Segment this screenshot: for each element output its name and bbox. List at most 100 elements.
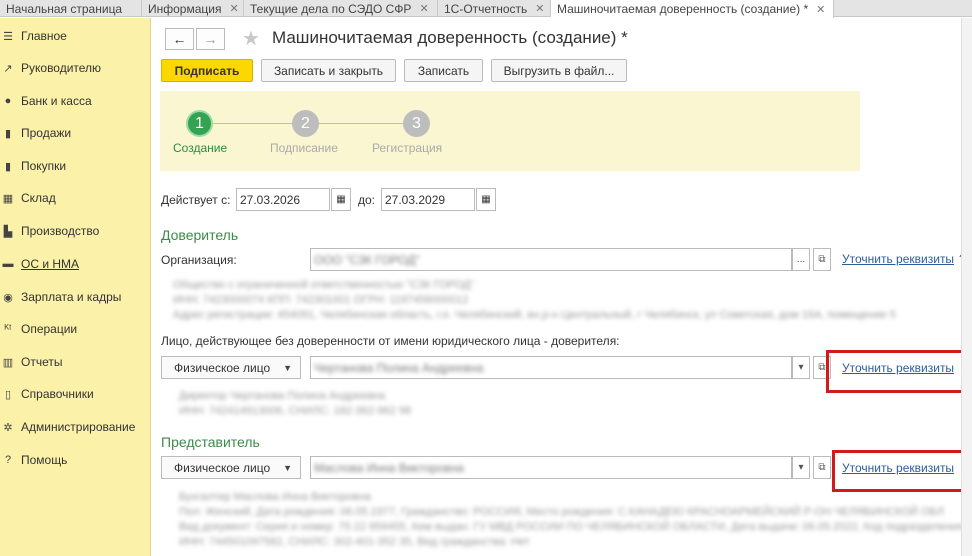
person-without-proxy-label: Лицо, действующее без доверенности от им…	[161, 334, 620, 348]
export-file-button[interactable]: Выгрузить в файл...	[491, 59, 627, 82]
person-field[interactable]: Чертанова Полина Андреевна	[310, 356, 792, 379]
help-icon: ?	[4, 454, 12, 466]
operations-icon: ᴷᵗ	[4, 323, 12, 335]
sidebar-item-assets[interactable]: ▬ ОС и НМА	[0, 254, 151, 274]
open-copy-icon[interactable]: ⧉	[813, 248, 831, 271]
tab-bar: Начальная страница Информация ✕ Текущие д…	[0, 0, 972, 18]
sidebar-item-manager[interactable]: ↗ Руководителю	[0, 58, 151, 78]
arrow-right-icon: →	[203, 31, 218, 47]
sidebar-item-salary[interactable]: ◉ Зарплата и кадры	[0, 287, 151, 307]
representative-field[interactable]: Маслова Инна Викторовна	[310, 456, 792, 479]
sidebar-item-help[interactable]: ? Помощь	[0, 450, 151, 470]
sidebar-item-reports[interactable]: ▥ Отчеты	[0, 352, 151, 372]
sidebar-item-label: Склад	[21, 191, 56, 205]
progress-stepper: 1 2 3 Создание Подписание Регистрация	[160, 91, 860, 171]
open-copy-icon[interactable]: ⧉	[813, 456, 831, 479]
save-and-close-button[interactable]: Записать и закрыть	[261, 59, 396, 82]
step-circle-3: 3	[403, 110, 430, 137]
person-details: Директор Чертанова Полина Андреевна	[179, 390, 386, 402]
sidebar-item-bank[interactable]: ● Банк и касса	[0, 91, 151, 111]
organization-details: Общество с ограниченной ответственностью…	[173, 279, 475, 291]
basket-icon: ▮	[4, 160, 12, 173]
close-icon[interactable]: ✕	[816, 3, 825, 16]
sidebar-item-operations[interactable]: ᴷᵗ Операции	[0, 319, 151, 339]
principal-section-title: Доверитель	[161, 227, 239, 243]
representative-type-select[interactable]: Физическое лицо ▼	[161, 456, 301, 479]
organization-details: Адрес регистрации: 454091, Челябинская о…	[173, 309, 896, 321]
sidebar-item-label: Помощь	[21, 453, 68, 467]
organization-label: Организация:	[161, 253, 237, 267]
sidebar-item-label: Производство	[21, 224, 100, 238]
sidebar-item-admin[interactable]: ✲ Администрирование	[0, 417, 151, 437]
representative-value: Маслова Инна Викторовна	[314, 460, 464, 475]
tab-reporting[interactable]: 1С-Отчетность ✕	[438, 0, 551, 17]
organization-field[interactable]: ООО "С3К ГОРОД"	[310, 248, 792, 271]
cart-icon: ▮	[4, 127, 12, 140]
valid-to-field[interactable]: 27.03.2029	[381, 188, 475, 211]
step-connector	[213, 123, 293, 124]
representative-section-title: Представитель	[161, 434, 260, 450]
sidebar-item-label: Продажи	[21, 126, 72, 140]
gear-icon: ✲	[3, 421, 13, 434]
sidebar: ☰ Главное ↗ Руководителю ● Банк и касса ▮ Пр…	[0, 18, 151, 556]
forward-button[interactable]: →	[196, 28, 225, 50]
highlight-box	[826, 350, 967, 393]
dropdown-arrow-icon: ▼	[283, 462, 292, 473]
assets-icon: ▬	[2, 258, 14, 270]
calendar-icon[interactable]: ▦	[476, 188, 496, 211]
tab-sedo[interactable]: Текущие дела по СЭДО СФР ✕	[244, 0, 438, 17]
menu-icon: ☰	[3, 30, 13, 43]
close-icon[interactable]: ✕	[419, 2, 428, 15]
sidebar-item-purchases[interactable]: ▮ Покупки	[0, 156, 151, 176]
sidebar-item-directories[interactable]: ▯ Справочники	[0, 384, 151, 404]
tab-info[interactable]: Информация ✕	[142, 0, 244, 17]
main-form: ← → ★ Машиночитаемая доверенность (созда…	[151, 18, 972, 556]
tab-label: Информация	[148, 1, 222, 16]
select-dropdown-button[interactable]: ▾	[792, 456, 810, 479]
tab-label: 1С-Отчетность	[444, 1, 528, 16]
chart-icon: ↗	[3, 62, 13, 75]
clarify-details-link-org[interactable]: Уточнить реквизиты	[842, 252, 954, 266]
sidebar-item-label: Зарплата и кадры	[21, 290, 122, 304]
person-value: Чертанова Полина Андреевна	[314, 360, 484, 375]
warehouse-icon: ▦	[2, 192, 14, 205]
representative-details: Пол: Женский, Дата рождения: 06.05.1977,…	[179, 506, 944, 518]
people-icon: ◉	[3, 291, 13, 304]
organization-details: ИНН: 7423000074 КПП: 742301001 ОГРН: 119…	[173, 294, 469, 306]
favorite-star-icon[interactable]: ★	[242, 26, 260, 51]
sidebar-item-label: Покупки	[21, 159, 67, 173]
select-dropdown-button[interactable]: ▾	[792, 356, 810, 379]
valid-to-label: до:	[358, 193, 376, 207]
representative-details: Вид документ: Серия и номер: 75 22 95945…	[179, 521, 972, 533]
valid-from-label: Действует с:	[161, 193, 231, 207]
representative-details: Бухгалтер Маслова Инна Викторовна	[179, 491, 371, 503]
close-icon[interactable]: ✕	[535, 2, 544, 15]
tab-power-of-attorney[interactable]: Машиночитаемая доверенность (создание) *…	[551, 0, 834, 18]
tab-label: Начальная страница	[6, 1, 123, 16]
save-button[interactable]: Записать	[404, 59, 483, 82]
sidebar-item-warehouse[interactable]: ▦ Склад	[0, 188, 151, 208]
step-connector	[319, 123, 403, 124]
valid-from-field[interactable]: 27.03.2026	[236, 188, 330, 211]
sidebar-item-main[interactable]: ☰ Главное	[0, 26, 151, 46]
page-title: Машиночитаемая доверенность (создание) *	[272, 28, 628, 47]
calendar-icon[interactable]: ▦	[331, 188, 351, 211]
coins-icon: ●	[4, 95, 12, 107]
sidebar-item-label: Отчеты	[21, 355, 63, 369]
close-icon[interactable]: ✕	[229, 2, 238, 15]
organization-value: ООО "С3К ГОРОД"	[314, 252, 420, 267]
sign-button[interactable]: Подписать	[161, 59, 253, 82]
person-details: ИНН: 742414913006, СНИЛС: 182-362-962 98	[179, 405, 412, 417]
arrow-left-icon: ←	[172, 31, 187, 47]
representative-details: ИНН: 744501097582, СНИЛС: 302-401-352 35…	[179, 536, 530, 548]
sidebar-item-label: Справочники	[21, 387, 94, 401]
select-dots-button[interactable]: ...	[792, 248, 810, 271]
representative-type-value: Физическое лицо	[174, 460, 271, 475]
sidebar-item-production[interactable]: ▙ Производство	[0, 221, 151, 241]
vertical-scrollbar[interactable]	[961, 18, 972, 556]
person-type-select[interactable]: Физическое лицо ▼	[161, 356, 301, 379]
back-button[interactable]: ←	[165, 28, 194, 50]
tab-home[interactable]: Начальная страница	[0, 0, 142, 17]
step-label-1: Создание	[173, 141, 228, 155]
sidebar-item-sales[interactable]: ▮ Продажи	[0, 123, 151, 143]
